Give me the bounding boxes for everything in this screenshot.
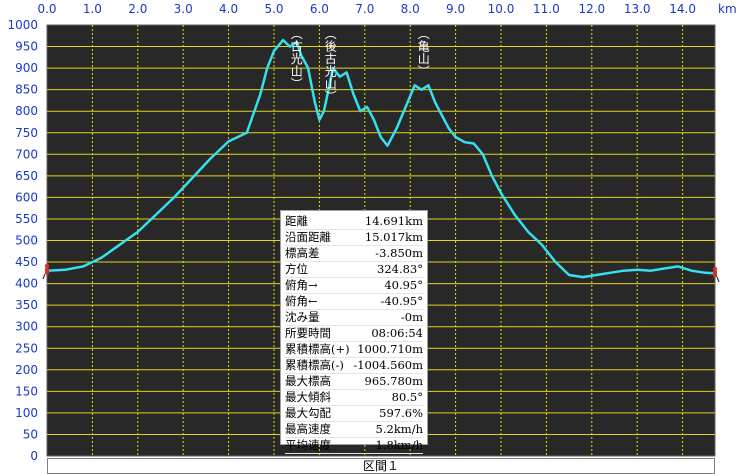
- y-tick-label: 900: [15, 61, 38, 75]
- stat-row: 沿面距離 15.017km: [285, 230, 423, 246]
- y-tick-label: 50: [23, 427, 38, 441]
- x-tick-label: 9.0: [446, 2, 465, 16]
- x-tick-label: 14.0: [669, 2, 696, 16]
- stat-value: 5.2km/h: [375, 422, 423, 436]
- x-tick-label: 11.0: [533, 2, 560, 16]
- y-tick-label: 250: [15, 341, 38, 355]
- stat-row: 俯角→ 40.95°: [285, 278, 423, 294]
- x-tick-label: 0.0: [37, 2, 56, 16]
- stat-row: 最大傾斜 80.5°: [285, 390, 423, 406]
- y-tick-label: 200: [15, 363, 38, 377]
- x-tick-label: 2.0: [128, 2, 147, 16]
- stat-label: 俯角←: [285, 294, 318, 308]
- y-tick-label: 100: [15, 406, 38, 420]
- stat-label: 最大標高: [285, 374, 331, 388]
- stat-row: 最大勾配 597.6%: [285, 406, 423, 422]
- stat-row: 累積標高(+) 1000.710m: [285, 342, 423, 358]
- stat-label: 最大勾配: [285, 406, 331, 420]
- y-tick-label: 1000: [7, 18, 38, 32]
- y-tick-label: 150: [15, 384, 38, 398]
- x-tick-label: 5.0: [264, 2, 283, 16]
- stat-label: 沈み量: [285, 310, 320, 324]
- stat-value: 15.017km: [364, 230, 423, 244]
- y-tick-label: 400: [15, 277, 38, 291]
- y-tick-label: 950: [15, 40, 38, 54]
- stat-value: 1000.710m: [357, 342, 423, 356]
- stat-value: -1004.560m: [353, 358, 423, 372]
- y-tick-label: 700: [15, 147, 38, 161]
- section-label[interactable]: 区間１: [47, 458, 715, 474]
- stat-row: 方位 324.83°: [285, 262, 423, 278]
- stat-label: 標高差: [285, 246, 320, 260]
- stat-value: 324.83°: [377, 262, 423, 276]
- peak-label: ︵古光山︶: [291, 27, 303, 91]
- stat-row: 沈み量 -0m: [285, 310, 423, 326]
- y-tick-label: 350: [15, 298, 38, 312]
- x-tick-label: 3.0: [174, 2, 193, 16]
- stat-value: 14.691km: [364, 214, 423, 228]
- y-tick-label: 600: [15, 190, 38, 204]
- stat-label: 所要時間: [285, 326, 331, 340]
- x-tick-label: 7.0: [355, 2, 374, 16]
- x-tick-label: 13.0: [624, 2, 651, 16]
- x-tick-label: 10.0: [488, 2, 515, 16]
- x-tick-label: 4.0: [219, 2, 238, 16]
- stat-row: 俯角← -40.95°: [285, 294, 423, 310]
- stat-value: 80.5°: [391, 390, 423, 404]
- y-tick-label: 550: [15, 212, 38, 226]
- stat-value: 1.8km/h: [375, 438, 423, 452]
- y-tick-label: 500: [15, 234, 38, 248]
- stat-row: 最高速度 5.2km/h: [285, 422, 423, 438]
- stat-row: 距離 14.691km: [285, 214, 423, 230]
- x-axis-unit: km: [718, 2, 737, 16]
- stat-label: 距離: [285, 214, 308, 228]
- stat-label: 平均速度: [285, 438, 331, 452]
- stat-label: 俯角→: [285, 278, 318, 292]
- stat-label: 方位: [285, 262, 308, 276]
- x-tick-label: 8.0: [401, 2, 420, 16]
- x-tick-label: 6.0: [310, 2, 329, 16]
- stat-row: 平均速度 1.8km/h: [285, 438, 423, 454]
- stat-value: -0m: [400, 310, 423, 324]
- peak-label: ︵後古光山︶: [325, 27, 337, 104]
- stat-row: 最大標高 965.780m: [285, 374, 423, 390]
- y-tick-label: 650: [15, 169, 38, 183]
- stat-row: 標高差 -3.850m: [285, 246, 423, 262]
- y-tick-label: 850: [15, 83, 38, 97]
- stat-value: -3.850m: [375, 246, 423, 260]
- stat-value: -40.95°: [380, 294, 423, 308]
- y-tick-label: 300: [15, 320, 38, 334]
- stat-value: 40.95°: [384, 278, 423, 292]
- stat-row: 累積標高(-) -1004.560m: [285, 358, 423, 374]
- x-tick-label: 1.0: [83, 2, 102, 16]
- stat-label: 最高速度: [285, 422, 331, 436]
- y-tick-label: 450: [15, 255, 38, 269]
- y-tick-label: 750: [15, 126, 38, 140]
- stat-value: 08:06:54: [371, 326, 423, 340]
- stat-label: 累積標高(+): [285, 342, 350, 356]
- stat-value: 965.780m: [364, 374, 423, 388]
- peak-label: ︵亀山︶: [418, 27, 430, 79]
- y-tick-label: 800: [15, 104, 38, 118]
- y-tick-label: 0: [30, 449, 38, 463]
- route-stats-panel: 距離 14.691km 沿面距離 15.017km 標高差 -3.850m 方位 324.83…: [280, 210, 428, 454]
- stat-label: 最大傾斜: [285, 390, 331, 404]
- x-tick-label: 12.0: [578, 2, 605, 16]
- stat-label: 沿面距離: [285, 230, 331, 244]
- stat-label: 累積標高(-): [285, 358, 344, 372]
- stat-value: 597.6%: [379, 406, 423, 420]
- stat-row: 所要時間 08:06:54: [285, 326, 423, 342]
